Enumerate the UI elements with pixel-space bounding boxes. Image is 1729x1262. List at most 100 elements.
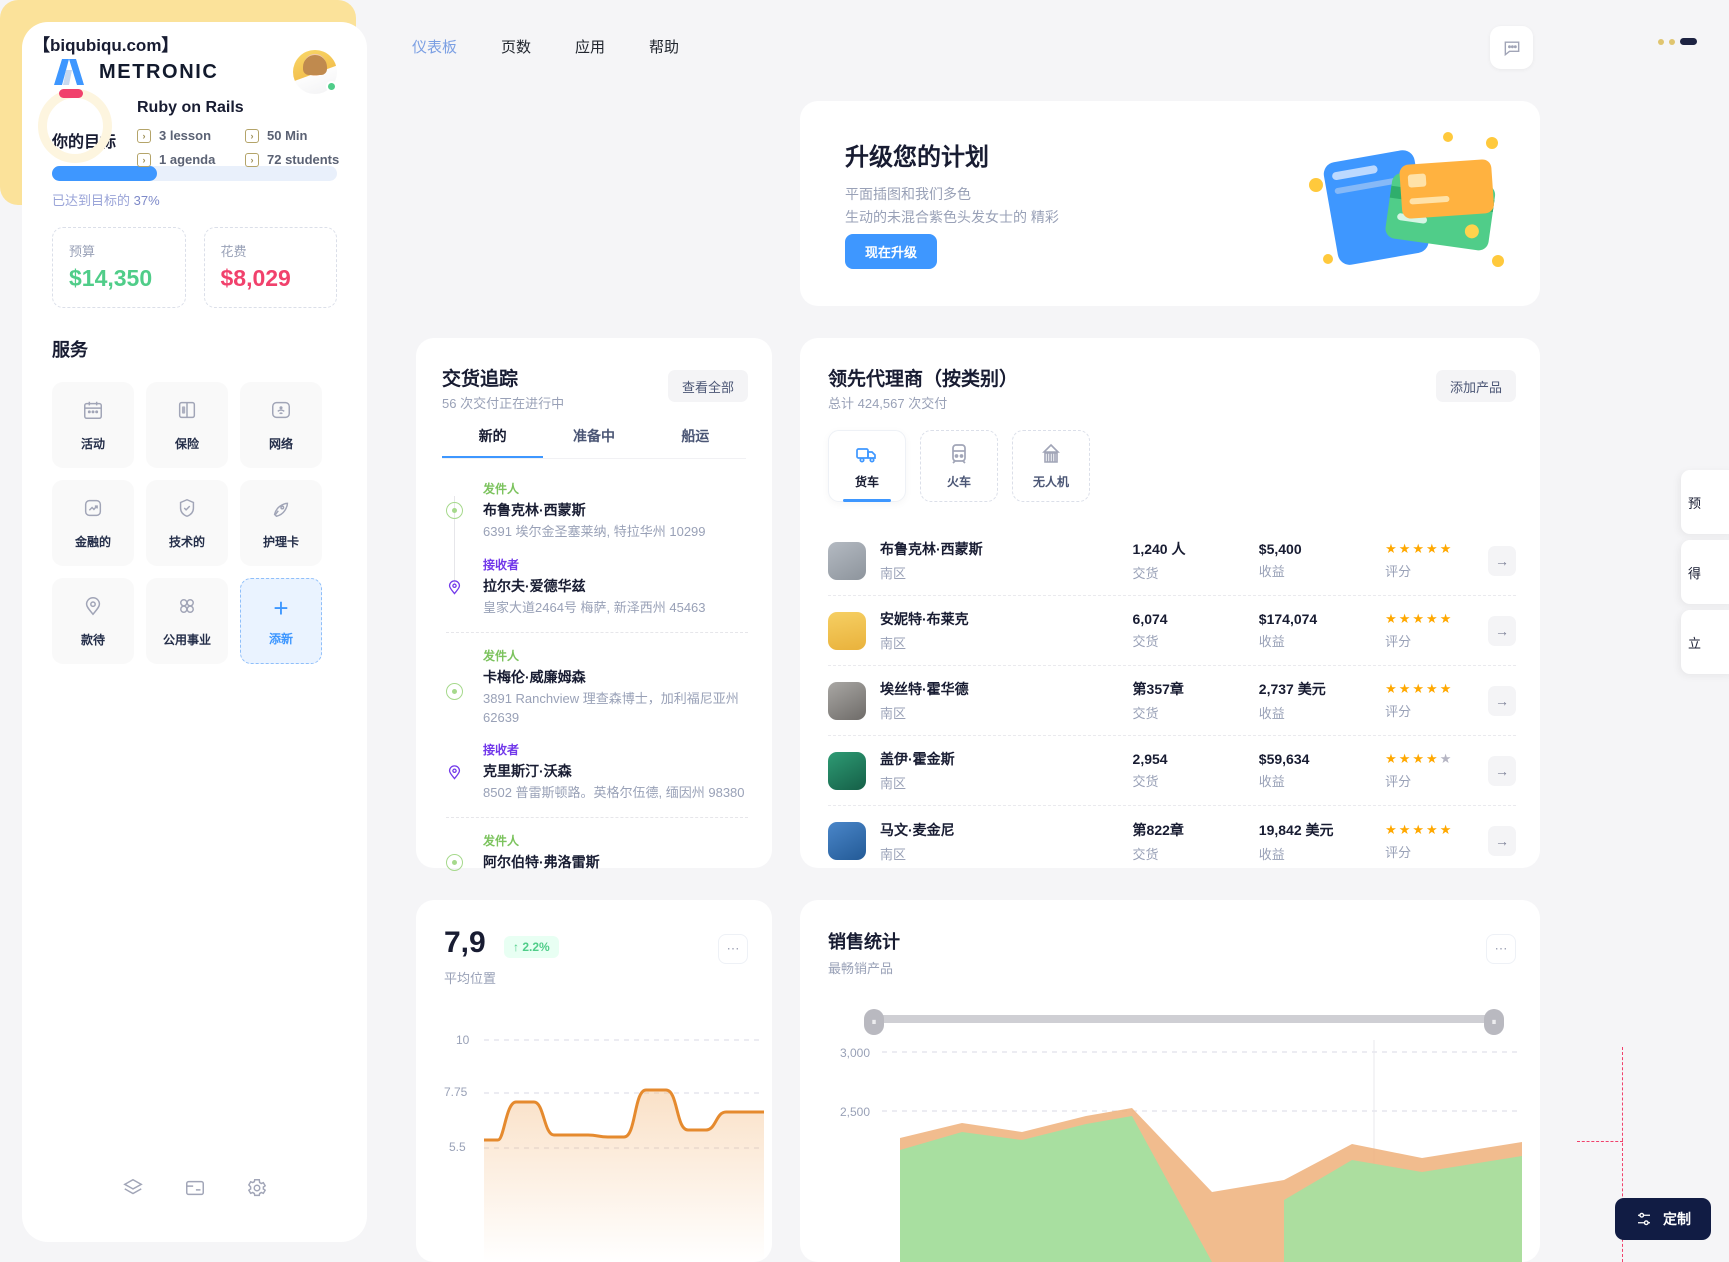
mode-drone[interactable]: 无人机	[1012, 430, 1090, 502]
service-item-insurance[interactable]: 保险	[146, 382, 228, 468]
row-arrow-button[interactable]: →	[1487, 755, 1516, 786]
nav-dashboard[interactable]: 仪表板	[412, 36, 457, 57]
table-row[interactable]: 埃丝特·霍华德 南区 第357章 交货 2,737 美元 收益 ★ ★ ★ ★ ★ 评分…	[828, 666, 1516, 736]
services-grid: 活动 保险 网络 金融的 技术的 护理卡 款待 公用事业 + 添新	[52, 382, 337, 664]
service-item-activity[interactable]: 活动	[52, 382, 134, 468]
table-row[interactable]: 盖伊·霍金斯 南区 2,954 交货 $59,634 收益 ★ ★ ★ ★ ★ 评分 →	[828, 736, 1516, 806]
customize-button[interactable]: 定制	[1615, 1198, 1711, 1240]
agent-revenue: 19,842 美元 收益	[1259, 820, 1385, 863]
sliders-icon	[1638, 1212, 1650, 1226]
pagination-active-bar[interactable]	[1680, 38, 1697, 45]
nav-pages[interactable]: 页数	[501, 36, 531, 57]
customize-label: 定制	[1663, 1211, 1691, 1227]
mode-label: 货车	[854, 475, 879, 489]
tab-shipping[interactable]: 船运	[645, 426, 746, 458]
delivery-label: 交货	[1132, 634, 1159, 649]
ytick-55: 5.5	[449, 1140, 466, 1154]
meta-label: 1 agenda	[159, 152, 216, 167]
stat-budget-label: 预算	[69, 244, 96, 259]
chat-button[interactable]	[1490, 26, 1533, 69]
agent-rating: ★ ★ ★ ★ ★ 评分	[1385, 822, 1488, 861]
mode-label: 无人机	[1032, 475, 1069, 489]
upgrade-subtitle: 平面插图和我们多色 生动的未混合紫色头发女士的 精彩	[845, 183, 1059, 229]
revenue-value: $174,074	[1258, 611, 1318, 627]
delivery-label: 交货	[1132, 774, 1159, 789]
upgrade-title: 升级您的计划	[845, 144, 989, 171]
table-row[interactable]: 布鲁克林·西蒙斯 南区 1,240 人 交货 $5,400 收益 ★ ★ ★ ★ ★ 评…	[828, 526, 1516, 596]
truck-icon	[856, 448, 876, 463]
table-row[interactable]: 安妮特·布莱克 南区 6,074 交货 $174,074 收益 ★ ★ ★ ★ ★ 评分…	[828, 596, 1516, 666]
row-arrow-button[interactable]: →	[1487, 545, 1516, 576]
service-item-technical[interactable]: 技术的	[146, 480, 228, 566]
stat-budget-value: $14,350	[69, 265, 153, 291]
more-options-button[interactable]: ⋯	[718, 934, 748, 964]
mode-train[interactable]: 火车	[920, 430, 998, 502]
tab-new[interactable]: 新的	[442, 426, 543, 458]
agent-delivery: 1,240 人 交货	[1133, 539, 1259, 582]
slider-handle-right[interactable]: ⏸	[1484, 1009, 1504, 1035]
rating-label: 评分	[1385, 844, 1412, 860]
timeline-entry-sender-3: 发件人 阿尔伯特·弗洛雷斯	[446, 832, 748, 872]
more-options-button[interactable]: ⋯	[1486, 934, 1516, 964]
upgrade-plan-card: 升级您的计划 平面插图和我们多色 生动的未混合紫色头发女士的 精彩 现在升级	[800, 101, 1540, 306]
row-arrow-button[interactable]: →	[1487, 615, 1516, 646]
edge-tab-1[interactable]: 预	[1681, 470, 1729, 534]
timeline-entry-sender-2: 发件人 卡梅伦·威廉姆森 3891 Ranchview 理查森博士，加利福尼亚州…	[446, 647, 748, 728]
nav-help[interactable]: 帮助	[649, 36, 679, 57]
service-item-carecard[interactable]: 护理卡	[240, 480, 322, 566]
add-product-button[interactable]: 添加产品	[1435, 370, 1516, 402]
note-icon[interactable]	[184, 1177, 206, 1204]
avatar	[828, 681, 866, 720]
table-row[interactable]: 马文·麦金尼 南区 第822章 交货 19,842 美元 收益 ★ ★ ★ ★ ★ 评分…	[828, 806, 1516, 876]
ytick-775: 7.75	[444, 1085, 468, 1099]
range-slider[interactable]: ⏸ ⏸	[864, 1009, 1504, 1035]
service-item-add-new[interactable]: + 添新	[240, 578, 322, 664]
agent-identity: 安妮特·布莱克 南区	[880, 609, 1133, 652]
service-item-network[interactable]: 网络	[240, 382, 322, 468]
position-trend-badge: ↑ 2.2%	[504, 936, 559, 958]
view-all-button[interactable]: 查看全部	[667, 370, 748, 402]
service-item-hospitality[interactable]: 款待	[52, 578, 134, 664]
pagination-dot[interactable]	[1669, 38, 1675, 45]
star-rating: ★ ★ ★ ★ ★	[1385, 821, 1452, 837]
layers-icon[interactable]	[122, 1177, 144, 1204]
row-arrow-button[interactable]: →	[1487, 826, 1516, 856]
agent-region: 南区	[880, 706, 907, 721]
star-rating: ★ ★ ★ ★ ★	[1385, 541, 1452, 556]
drone-icon	[1042, 443, 1060, 463]
chevron-right-box-icon: ›	[137, 152, 151, 167]
delivery-value: 1,240 人	[1132, 541, 1186, 557]
service-item-utilities[interactable]: 公用事业	[146, 578, 228, 664]
service-item-financial[interactable]: 金融的	[52, 480, 134, 566]
edge-tab-3[interactable]: 立	[1681, 610, 1729, 674]
agent-delivery: 6,074 交货	[1133, 611, 1259, 650]
star-rating: ★ ★ ★ ★ ★	[1385, 751, 1452, 766]
edge-tab-2[interactable]: 得	[1681, 540, 1729, 604]
rating-label: 评分	[1385, 774, 1412, 789]
gear-icon[interactable]	[246, 1177, 268, 1204]
brand[interactable]: METRONIC	[52, 57, 218, 87]
nav-apps[interactable]: 应用	[575, 36, 605, 57]
position-subtitle: 平均位置	[444, 971, 497, 986]
pagination-dot[interactable]	[1658, 38, 1664, 45]
goal-progress-fill	[52, 166, 158, 181]
agent-delivery: 第822章 交货	[1133, 820, 1259, 863]
delivery-value: 6,074	[1132, 611, 1168, 627]
agent-revenue: 2,737 美元 收益	[1259, 679, 1385, 722]
agent-name: 马文·麦金尼	[880, 821, 955, 838]
entry-name: 卡梅伦·威廉姆森	[483, 668, 586, 685]
revenue-value: $59,634	[1258, 751, 1310, 767]
star-rating: ★ ★ ★ ★ ★	[1385, 611, 1452, 626]
row-arrow-button[interactable]: →	[1487, 685, 1516, 716]
avatar[interactable]	[293, 50, 337, 94]
course-pagination[interactable]	[1658, 38, 1697, 45]
mode-truck[interactable]: 货车	[828, 430, 906, 502]
course-meta-item: › 3 lesson	[137, 128, 237, 143]
slider-handle-left[interactable]: ⏸	[864, 1009, 884, 1035]
upgrade-now-button[interactable]: 现在升级	[845, 234, 938, 269]
rocket-icon	[270, 497, 292, 524]
timeline-entry-receiver-1: 接收者 拉尔夫·爱德华兹 皇家大道2464号 梅萨, 新泽西州 45463	[446, 556, 748, 618]
mode-label: 火车	[946, 475, 971, 489]
entry-name: 克里斯汀·沃森	[483, 763, 572, 780]
tab-preparing[interactable]: 准备中	[543, 426, 644, 458]
